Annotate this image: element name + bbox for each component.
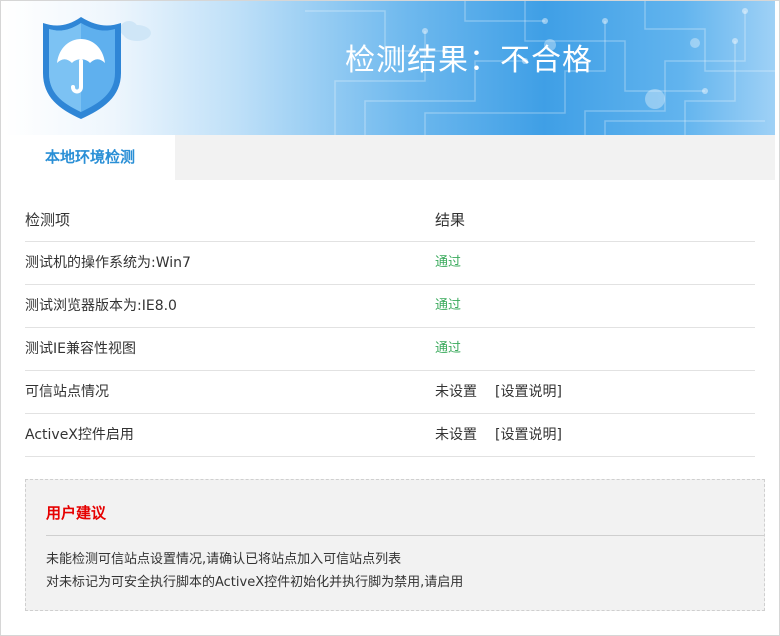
table-row: ActiveX控件启用 未设置 [设置说明] bbox=[25, 414, 755, 457]
table-header-row: 检测项 结果 bbox=[25, 199, 755, 242]
row-item: 测试机的操作系统为:Win7 bbox=[25, 255, 191, 271]
row-result-unset: 未设置 bbox=[435, 427, 477, 443]
row-item: 测试浏览器版本为:IE8.0 bbox=[25, 298, 177, 314]
table-row: 可信站点情况 未设置 [设置说明] bbox=[25, 371, 755, 414]
header-result: 结果 bbox=[435, 211, 466, 229]
settings-help-link[interactable]: [设置说明] bbox=[495, 371, 562, 413]
user-advice-panel: 用户建议 未能检测可信站点设置情况,请确认已将站点加入可信站点列表 对未标记为可… bbox=[25, 479, 765, 611]
advice-line: 未能检测可信站点设置情况,请确认已将站点加入可信站点列表 bbox=[46, 552, 402, 567]
detection-window: 检测结果：不合格 本地环境检测 检测项 结果 测试机的操作系统为:Win7 通过… bbox=[0, 0, 780, 636]
advice-title: 用户建议 bbox=[46, 504, 107, 522]
shield-umbrella-icon bbox=[43, 17, 151, 119]
row-result-pass: 通过 bbox=[435, 298, 462, 313]
detection-table: 检测项 结果 测试机的操作系统为:Win7 通过 测试浏览器版本为:IE8.0 … bbox=[25, 199, 755, 457]
table-row: 测试浏览器版本为:IE8.0 通过 bbox=[25, 285, 755, 328]
header-item: 检测项 bbox=[25, 211, 71, 229]
table-row: 测试IE兼容性视图 通过 bbox=[25, 328, 755, 371]
row-item: ActiveX控件启用 bbox=[25, 427, 134, 443]
row-result-unset: 未设置 bbox=[435, 384, 477, 400]
result-banner: 检测结果：不合格 bbox=[5, 1, 775, 135]
settings-help-link[interactable]: [设置说明] bbox=[495, 414, 562, 456]
result-title: 检测结果：不合格 bbox=[345, 43, 593, 78]
row-result-pass: 通过 bbox=[435, 255, 462, 270]
advice-divider bbox=[46, 535, 764, 536]
table-row: 测试机的操作系统为:Win7 通过 bbox=[25, 242, 755, 285]
row-item: 测试IE兼容性视图 bbox=[25, 341, 136, 357]
advice-line: 对未标记为可安全执行脚本的ActiveX控件初始化并执行脚为禁用,请启用 bbox=[46, 575, 464, 590]
row-item: 可信站点情况 bbox=[25, 384, 109, 400]
tab-bar: 本地环境检测 bbox=[5, 135, 775, 180]
row-result-pass: 通过 bbox=[435, 341, 462, 356]
tab-local-environment[interactable]: 本地环境检测 bbox=[5, 135, 175, 180]
